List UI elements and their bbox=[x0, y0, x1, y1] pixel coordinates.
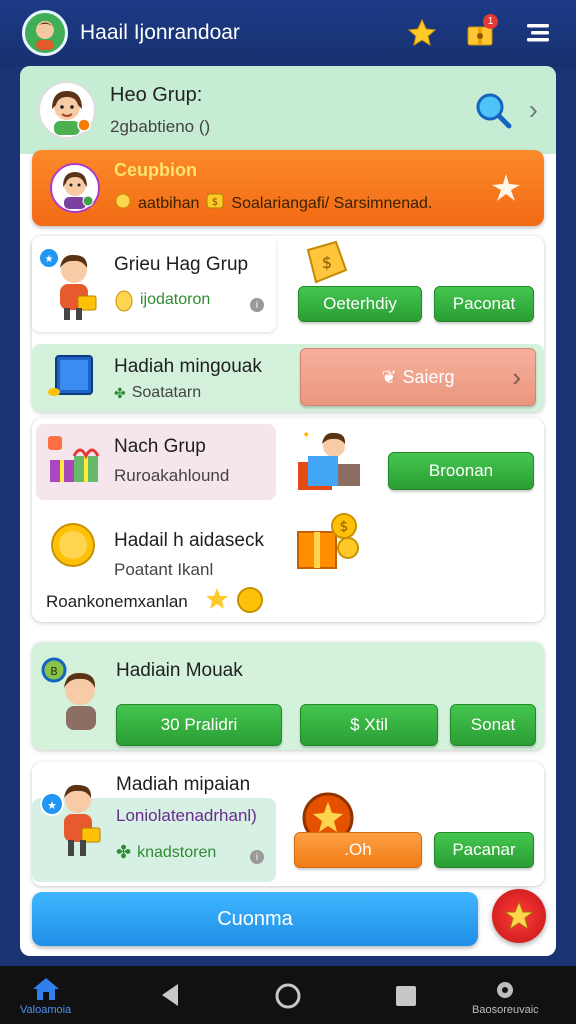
points-button[interactable]: 30 Pralidri bbox=[116, 704, 282, 746]
chevron-right-icon[interactable]: › bbox=[529, 94, 538, 126]
claim-button[interactable]: Pacanar bbox=[434, 832, 534, 868]
chevron-right-icon: › bbox=[512, 361, 521, 392]
nav-settings[interactable]: Baosoreuvaic bbox=[472, 978, 539, 1016]
nav-home[interactable]: Valoamoia bbox=[20, 976, 71, 1016]
weekly-bonus-section: B Hadiain Mouak 30 Pralidri $ Xtil Sonat bbox=[32, 642, 544, 750]
group-avatar bbox=[38, 81, 96, 139]
nav-settings-label: Baosoreuvaic bbox=[472, 1004, 539, 1016]
bottom-navigation: Valoamoia Baosoreuvaic bbox=[0, 966, 576, 1024]
boy-mascot: ★ bbox=[38, 246, 104, 322]
cash-button[interactable]: $ Xtil bbox=[300, 704, 438, 746]
trophy-icon bbox=[115, 290, 133, 312]
boy-opening-gift-icon: ✦ bbox=[298, 430, 360, 490]
gift-boxes-icon bbox=[48, 436, 100, 482]
svg-text:$: $ bbox=[340, 519, 349, 535]
coin-icon bbox=[237, 587, 263, 613]
menu-button[interactable] bbox=[518, 13, 558, 53]
coin-icon bbox=[114, 192, 132, 215]
gold-coin-icon bbox=[51, 523, 95, 567]
svg-text:★: ★ bbox=[45, 254, 54, 265]
gift-bow-icon: ❦ bbox=[381, 366, 397, 387]
app-title: Haail Ijonrandoar bbox=[80, 21, 240, 44]
section-title: Madiah mipaian bbox=[116, 774, 251, 795]
boy-avatar-icon: B bbox=[41, 657, 96, 730]
star-icon bbox=[407, 18, 437, 47]
search-button[interactable] bbox=[471, 88, 515, 132]
row-subtitle: ijodatoron bbox=[140, 291, 211, 308]
group-title: Heo Grup: bbox=[110, 83, 203, 106]
row-title: Grieu Hag Grup bbox=[114, 254, 249, 275]
coin-stack-icon: $ bbox=[306, 240, 348, 284]
promo-banner[interactable]: Ceupbion aatbihan $ Soalariangafi/ Sarsi… bbox=[32, 150, 544, 226]
girl-avatar-icon bbox=[63, 172, 94, 209]
send-button[interactable]: Sonat bbox=[450, 704, 536, 746]
group-header[interactable]: Heo Grup: 2gbabtieno () › bbox=[20, 66, 556, 154]
home-circle-icon bbox=[275, 983, 301, 1009]
notification-badge: 1 bbox=[483, 14, 498, 29]
info-icon[interactable]: i bbox=[250, 298, 264, 312]
group-subtitle: 2gbabtieno () bbox=[110, 116, 211, 136]
get-daily-button[interactable]: Oeterhdiy bbox=[298, 286, 422, 322]
group-reward-section: ★ Grieu Hag Grup ijodatoron i $ Oeterhdi… bbox=[32, 236, 544, 412]
boy-with-gift-icon: ★ bbox=[40, 784, 101, 856]
favorite-fab[interactable] bbox=[492, 889, 546, 943]
back-triangle-icon bbox=[162, 984, 178, 1006]
section-subtitle-2: knadstoren bbox=[137, 843, 217, 861]
row-subtitle: Poatant Ikanl bbox=[114, 560, 214, 579]
row-title: Hadail h aidaseck bbox=[114, 530, 264, 551]
group-gift-section: Nach Grup Ruroakahlound ✦ Broonan Hadail… bbox=[32, 418, 544, 622]
weekly-reward-button[interactable]: ❦ Saierg › bbox=[300, 348, 536, 406]
continue-button[interactable]: Cuonma bbox=[32, 892, 478, 946]
svg-text:✦: ✦ bbox=[302, 430, 310, 441]
clover-icon: ✤ bbox=[116, 842, 132, 862]
main-card: Heo Grup: 2gbabtieno () › Ceupbion aatbi… bbox=[20, 66, 556, 956]
svg-text:$: $ bbox=[322, 253, 332, 272]
user-avatar-icon bbox=[35, 21, 55, 50]
section-subtitle: Loniolatenadrhanl) bbox=[116, 806, 257, 825]
sparkle-icon bbox=[492, 174, 520, 201]
recents-button[interactable] bbox=[394, 984, 418, 1008]
row-subtitle: Soatatarn bbox=[131, 384, 202, 401]
coin-box-icon: $ bbox=[205, 191, 225, 216]
girl-avatar-icon bbox=[52, 91, 91, 135]
gift-notification-button[interactable]: 1 bbox=[460, 13, 500, 53]
nav-home-label: Valoamoia bbox=[20, 1004, 72, 1016]
recents-square-icon bbox=[396, 986, 416, 1006]
hamburger-menu-icon bbox=[527, 24, 549, 42]
section-title: Hadiain Mouak bbox=[116, 660, 243, 681]
svg-text:$: $ bbox=[212, 197, 218, 208]
orange-claim-button[interactable]: .Oh bbox=[294, 832, 422, 868]
claim-button[interactable]: Paconat bbox=[434, 286, 534, 322]
info-icon[interactable]: i bbox=[250, 850, 264, 864]
gear-icon bbox=[497, 982, 514, 998]
promo-item-1: aatbihan bbox=[138, 194, 200, 212]
footer-text: Roankonemxanlan bbox=[46, 592, 188, 611]
daily-reward-section: ★ Madiah mipaian Loniolatenadrhanl) ✤ kn… bbox=[32, 762, 544, 886]
home-icon bbox=[32, 978, 59, 1000]
row-title: Hadiah mingouak bbox=[114, 356, 262, 377]
gift-coins-icon: $ bbox=[297, 513, 359, 569]
home-button[interactable] bbox=[274, 982, 302, 1010]
clover-icon: ✤ bbox=[114, 384, 126, 401]
star-icon bbox=[503, 900, 535, 931]
back-button[interactable] bbox=[158, 982, 182, 1008]
book-icon bbox=[48, 355, 93, 396]
top-app-bar: Haail Ijonrandoar 1 bbox=[0, 0, 576, 66]
app-avatar[interactable] bbox=[22, 10, 68, 56]
promo-title: Ceupbion bbox=[114, 160, 197, 180]
promo-dismiss-button[interactable] bbox=[486, 168, 526, 208]
promo-avatar bbox=[50, 163, 100, 213]
star-button[interactable] bbox=[402, 13, 442, 53]
row-subtitle: Ruroakahlound bbox=[114, 466, 230, 485]
open-gift-button[interactable]: Broonan bbox=[388, 452, 534, 490]
svg-text:★: ★ bbox=[47, 799, 57, 812]
svg-text:B: B bbox=[50, 665, 58, 678]
boy-with-gift-icon: ★ bbox=[38, 247, 97, 320]
search-icon bbox=[476, 93, 512, 129]
button-label: Saierg bbox=[402, 366, 455, 387]
row-title: Nach Grup bbox=[114, 436, 206, 457]
promo-item-2: Soalariangafi/ Sarsimnenad. bbox=[231, 194, 433, 212]
star-icon bbox=[206, 588, 228, 609]
